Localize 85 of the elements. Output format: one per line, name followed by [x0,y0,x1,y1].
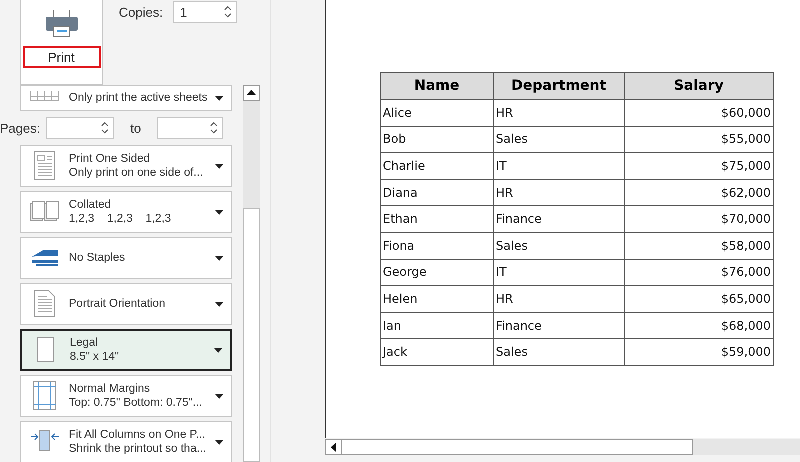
print-setting-dropdown[interactable]: Only print the active sheets [20,85,232,111]
setting-title: Fit All Columns on One P... [69,429,207,441]
horizontal-scrollbar[interactable] [325,439,693,455]
table-cell: Ian [380,312,494,339]
setting-title: Legal [70,337,100,349]
dropdown-caret-icon [215,210,224,214]
table-cell: HR [494,100,624,126]
table-cell: Jack [380,338,494,366]
table-cell: Finance [494,312,624,339]
setting-subtitle: Only print on one side of... [69,167,204,179]
print-setting-dropdown[interactable]: Print One Sided Only print on one side of... [20,145,232,187]
table-cell: $70,000 [624,206,774,232]
table-cell: $76,000 [624,259,774,286]
table-cell: Bob [380,126,494,153]
setting-subtitle: 1,2,3 1,2,3 1,2,3 [69,213,172,225]
dropdown-caret-icon [215,302,224,306]
left-arrow-icon [331,442,336,452]
table-cell: Sales [494,126,624,153]
copies-field[interactable]: 1 [173,1,238,23]
print-setting-dropdown[interactable]: Fit All Columns on One P... Shrink the printout so tha... [20,421,232,462]
copies-label: Copies: [119,5,164,20]
setting-title: Portrait Orientation [69,298,167,310]
setting-subtitle: Shrink the printout so tha... [69,443,208,455]
table-cell: Ethan [380,206,494,232]
collated-pages-icon [30,201,60,223]
dropdown-caret-icon [215,394,224,398]
setting-title: No Staples [69,252,126,264]
pages-from-field[interactable] [46,117,114,139]
scroll-thumb[interactable] [243,208,260,462]
pages-to-field[interactable] [157,117,224,139]
print-setting-dropdown[interactable]: Normal Margins Top: 0.75" Bottom: 0.75"... [20,375,232,417]
spinner-arrows-icon[interactable] [224,5,232,19]
table-cell: Sales [494,338,624,366]
margins-icon [33,381,57,411]
to-label: to [130,120,142,136]
pages-label: Pages: [0,120,40,136]
vertical-scrollbar[interactable] [243,85,260,462]
dropdown-caret-icon [215,96,224,100]
table-cell: $58,000 [624,232,774,260]
table-cell: Fiona [380,232,494,260]
table-cell: $68,000 [624,312,774,339]
column-header: Salary [624,72,774,100]
dropdown-caret-icon [215,440,224,444]
column-header: Department [494,72,624,100]
spinner-arrows-icon[interactable] [101,121,110,135]
up-arrow-icon [247,90,256,96]
table-cell: $65,000 [624,286,774,312]
table-cell: Finance [494,206,624,232]
dropdown-caret-icon [215,164,224,168]
dropdown-caret-icon [215,256,224,260]
print-setting-dropdown[interactable]: Portrait Orientation [20,283,232,325]
table-cell: HR [494,179,624,206]
document-icon [34,290,56,318]
table-cell: $60,000 [624,100,774,126]
setting-title: Print One Sided [69,153,152,165]
table-cell: $55,000 [624,126,774,153]
table-cell: Diana [380,179,494,206]
setting-title: Normal Margins [69,383,152,395]
setting-subtitle: Only print the active sheets [69,92,209,104]
table-cell: Charlie [380,152,494,180]
table-cell: $75,000 [624,152,774,180]
table-cell: $59,000 [624,338,774,366]
setting-title: Collated [69,199,112,211]
table-cell: Alice [380,100,494,126]
table-cell: George [380,259,494,286]
table-cell: IT [494,259,624,286]
column-header: Name [380,72,494,100]
setting-subtitle: Top: 0.75" Bottom: 0.75"... [69,397,204,409]
print-setting-dropdown[interactable]: Legal 8.5" x 14" [20,329,232,371]
page-icon [34,151,56,181]
setting-subtitle: 8.5" x 14" [70,351,120,363]
printer-icon [44,10,78,38]
stapler-icon [30,249,60,267]
blank-page-icon [37,337,55,363]
table-cell: IT [494,152,624,180]
table-cell: $62,000 [624,179,774,206]
table-cell: Helen [380,286,494,312]
print-setting-dropdown[interactable]: No Staples [20,237,232,279]
print-button[interactable]: Print [20,0,103,85]
spinner-arrows-icon[interactable] [210,121,218,135]
table-cell: HR [494,286,624,312]
print-setting-dropdown[interactable]: Collated 1,2,3 1,2,3 1,2,3 [20,191,232,233]
table-cell: Sales [494,232,624,260]
dropdown-caret-icon [214,348,223,352]
scroll-up-button[interactable] [243,85,260,101]
